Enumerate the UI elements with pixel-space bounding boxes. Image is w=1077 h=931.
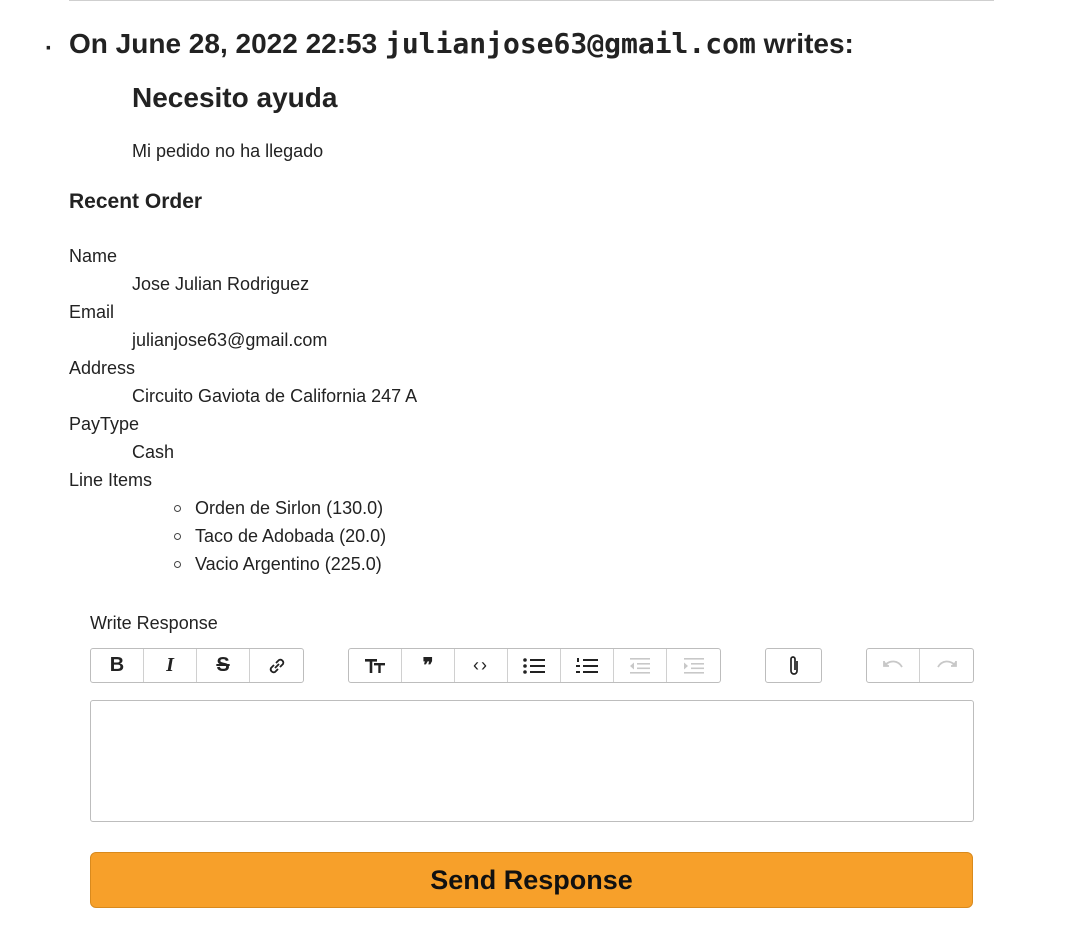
send-response-button[interactable]: Send Response [90, 852, 973, 908]
recent-order-title: Recent Order [69, 190, 203, 213]
link-button[interactable] [250, 649, 303, 682]
outdent-button[interactable] [614, 649, 667, 682]
indent-icon [683, 657, 704, 674]
field-value-email: julianjose63@gmail.com [132, 330, 328, 350]
heading-icon [365, 658, 385, 673]
undo-button[interactable] [867, 649, 920, 682]
attach-icon [789, 655, 798, 675]
field-label-email: Email [69, 302, 115, 322]
strikethrough-icon: S [216, 654, 230, 676]
message-heading: On June 28, 2022 22:53 julianjose63@gmai… [69, 27, 854, 60]
line-items: Orden de Sirlon (130.0) Taco de Adobada … [69, 494, 417, 578]
field-value-name: Jose Julian Rodriguez [132, 274, 310, 294]
redo-button[interactable] [920, 649, 973, 682]
code-button[interactable]: ‹› [455, 649, 508, 682]
outdent-icon [630, 657, 650, 674]
numbered-list-button[interactable] [561, 649, 614, 682]
redo-icon [936, 660, 957, 668]
line-item: Taco de Adobada (20.0) [173, 522, 417, 550]
field-label-address: Address [69, 358, 136, 378]
field-value-paytype: Cash [132, 442, 175, 462]
line-item: Orden de Sirlon (130.0) [173, 494, 417, 522]
undo-icon [883, 660, 903, 668]
bullet-list-icon [523, 657, 545, 674]
message-body: Mi pedido no ha llegado [132, 141, 324, 161]
field-label-paytype: PayType [69, 414, 140, 434]
italic-button[interactable]: I [144, 649, 197, 682]
message-writes: writes: [763, 28, 854, 59]
field-label-name: Name [69, 246, 118, 266]
numbered-list-icon [576, 657, 598, 673]
response-editor[interactable] [90, 700, 974, 822]
editor-toolbar: B I S ❞ ‹› [90, 648, 974, 683]
list-bullet: · [45, 35, 53, 62]
block-format-group: ❞ ‹› [348, 648, 721, 683]
message-title: Necesito ayuda [132, 82, 338, 113]
strikethrough-button[interactable]: S [197, 649, 250, 682]
text-format-group: B I S [90, 648, 304, 683]
bold-icon: B [109, 654, 125, 676]
message-author: julianjose63@gmail.com [384, 27, 756, 60]
quote-button[interactable]: ❞ [402, 649, 455, 682]
bullet-list-button[interactable] [508, 649, 561, 682]
top-divider [69, 0, 994, 1]
bold-button[interactable]: B [91, 649, 144, 682]
heading-button[interactable] [349, 649, 402, 682]
line-item: Vacio Argentino (225.0) [173, 550, 417, 578]
line-items-list: Orden de Sirlon (130.0) Taco de Adobada … [69, 494, 417, 578]
history-group [866, 648, 974, 683]
order-details: Name Jose Julian Rodriguez Email julianj… [69, 242, 417, 578]
indent-button[interactable] [667, 649, 720, 682]
quote-icon: ❞ [422, 655, 434, 677]
files-group [765, 648, 822, 683]
attach-button[interactable] [766, 649, 821, 682]
code-icon: ‹› [473, 655, 489, 675]
message-date: On June 28, 2022 22:53 [69, 28, 378, 59]
field-value-address: Circuito Gaviota de California 247 A [132, 386, 418, 406]
link-icon [269, 658, 284, 673]
field-label-line-items: Line Items [69, 470, 153, 490]
write-response-label: Write Response [90, 613, 218, 633]
italic-icon: I [166, 654, 174, 676]
